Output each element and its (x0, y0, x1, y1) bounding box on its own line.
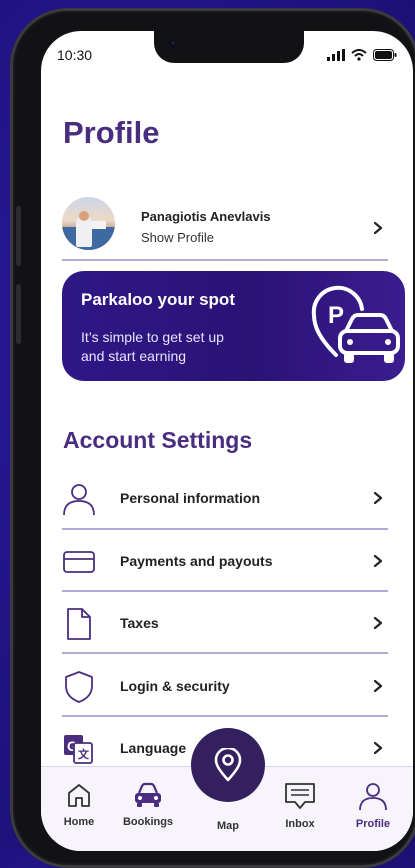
side-button (16, 206, 21, 266)
camera-icon (169, 39, 177, 47)
shield-icon (65, 671, 93, 703)
map-fab-button[interactable] (191, 728, 265, 802)
row-label: Taxes (120, 615, 159, 631)
promo-banner[interactable]: Parkaloo your spot It’s simple to get se… (62, 271, 405, 381)
nav-label: Home (63, 816, 95, 828)
nav-inbox[interactable]: Inbox (275, 781, 325, 830)
divider (62, 528, 388, 530)
status-time: 10:30 (57, 47, 93, 63)
personal-information-row[interactable]: Personal information (62, 468, 388, 528)
nav-label: Profile (355, 818, 391, 830)
chevron-right-icon (373, 680, 383, 692)
row-label: Login & security (120, 678, 230, 694)
chevron-right-icon (373, 742, 383, 754)
divider (62, 259, 388, 261)
chevron-right-icon (373, 617, 383, 629)
nav-home[interactable]: Home (53, 781, 105, 828)
chevron-right-icon (373, 492, 383, 504)
home-icon (68, 784, 90, 807)
chevron-right-icon (373, 222, 383, 234)
side-button (16, 284, 21, 344)
person-icon (63, 484, 95, 516)
wifi-icon (351, 49, 367, 61)
profile-row[interactable]: Panagiotis Anevlavis Show Profile (62, 197, 388, 253)
divider (62, 652, 388, 654)
phone-frame: 10:30 Profile Panagiotis Anevlavis Show … (10, 8, 415, 868)
page-title: Profile (63, 115, 160, 150)
battery-icon (373, 49, 397, 61)
avatar (62, 197, 115, 250)
nav-map[interactable]: Map (203, 818, 253, 832)
translate-icon: G 文 (64, 735, 93, 764)
profile-name: Panagiotis Anevlavis (141, 209, 271, 224)
credit-card-icon (63, 551, 95, 573)
nav-label: Inbox (285, 818, 315, 830)
row-label: Language (120, 740, 187, 756)
row-label: Personal information (120, 490, 261, 506)
nav-label: Bookings (122, 816, 174, 828)
section-heading: Account Settings (63, 427, 253, 453)
promo-title: Parkaloo your spot (81, 290, 235, 309)
promo-text: It’s simple to get set up and start earn… (81, 329, 224, 364)
divider (62, 715, 388, 717)
parking-car-icon: P (311, 285, 400, 363)
row-label: Payments and payouts (120, 553, 273, 569)
notch (154, 31, 304, 63)
signal-icon (327, 49, 345, 61)
svg-text:文: 文 (78, 747, 90, 761)
phone-screen: 10:30 Profile Panagiotis Anevlavis Show … (41, 31, 413, 851)
location-pin-icon (214, 748, 242, 782)
svg-text:P: P (328, 302, 344, 329)
taxes-row[interactable]: Taxes (62, 593, 388, 653)
message-icon (285, 783, 315, 809)
payments-payouts-row[interactable]: Payments and payouts (62, 531, 388, 591)
status-icons (327, 49, 397, 61)
nav-label: Map (217, 820, 239, 832)
chevron-right-icon (373, 555, 383, 567)
divider (62, 590, 388, 592)
document-icon (67, 608, 91, 640)
person-icon (359, 783, 387, 811)
nav-bookings[interactable]: Bookings (119, 781, 177, 828)
login-security-row[interactable]: Login & security (62, 656, 388, 716)
nav-profile[interactable]: Profile (347, 781, 399, 830)
car-icon (135, 782, 161, 807)
show-profile-link[interactable]: Show Profile (141, 230, 214, 245)
